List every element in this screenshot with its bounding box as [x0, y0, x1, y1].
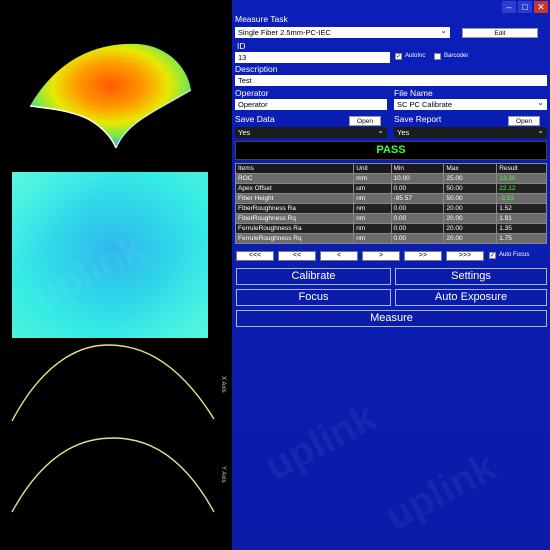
- watermark: uplink: [258, 394, 383, 490]
- nav-first-button[interactable]: <<<: [236, 251, 274, 261]
- y-axis-label: Y Axis: [220, 466, 226, 483]
- table-row[interactable]: FiberRoughness Rq nm 0.00 20.00 1.91: [234, 213, 547, 224]
- maximize-icon[interactable]: □: [518, 1, 532, 13]
- table-header-row: Items Unit Min Max Result: [234, 163, 547, 174]
- cell-max: 20.00: [443, 223, 498, 234]
- id-input[interactable]: 13: [235, 52, 390, 63]
- auto-focus-label: Auto Focus: [499, 252, 530, 258]
- nav-next-button[interactable]: >: [362, 251, 400, 261]
- nav-last-button[interactable]: >>>: [446, 251, 484, 261]
- close-icon[interactable]: ✕: [534, 1, 548, 13]
- cell-item: FiberRoughness Ra: [234, 203, 355, 214]
- file-name-label: File Name: [394, 88, 433, 98]
- cell-result: 22.12: [496, 183, 547, 194]
- column-header-max: Max: [443, 163, 498, 174]
- operator-input[interactable]: Operator: [235, 99, 387, 110]
- focus-button[interactable]: Focus: [236, 289, 391, 306]
- cell-item: FiberRoughness Rq: [234, 213, 355, 224]
- cell-unit: um: [353, 183, 392, 194]
- table-row[interactable]: Apex Offset um 0.00 50.00 22.12: [234, 183, 547, 194]
- table-row[interactable]: FiberRoughness Ra nm 0.00 20.00 1.52: [234, 203, 547, 214]
- cell-result: -3.53: [496, 193, 547, 204]
- column-header-items: Items: [234, 163, 355, 174]
- description-input[interactable]: Test: [235, 75, 547, 86]
- cell-item: Fiber Height: [234, 193, 355, 204]
- auto-exposure-button[interactable]: Auto Exposure: [395, 289, 547, 306]
- save-report-select[interactable]: Yes: [394, 127, 547, 138]
- cell-unit: nm: [353, 203, 392, 214]
- autoinc-checkbox[interactable]: ✓: [395, 53, 402, 60]
- cell-unit: mm: [353, 173, 392, 184]
- cell-min: 0.00: [390, 183, 445, 194]
- description-label: Description: [235, 64, 278, 74]
- cell-result: 1.35: [496, 223, 547, 234]
- id-label: ID: [237, 41, 246, 51]
- window-controls: – □ ✕: [500, 1, 548, 13]
- cell-max: 20.00: [443, 213, 498, 224]
- cell-item: ROC: [234, 173, 355, 184]
- 3d-surface-plot: [29, 43, 192, 149]
- cell-unit: nm: [353, 213, 392, 224]
- save-data-label: Save Data: [235, 114, 275, 124]
- cell-unit: nm: [353, 223, 392, 234]
- cell-unit: nm: [353, 233, 392, 244]
- file-name-select[interactable]: SC PC Calibrate: [394, 99, 547, 110]
- calibrate-button[interactable]: Calibrate: [236, 268, 391, 285]
- cell-max: 25.00: [443, 173, 498, 184]
- cell-max: 20.00: [443, 203, 498, 214]
- column-header-result: Result: [496, 163, 547, 174]
- operator-label: Operator: [235, 88, 269, 98]
- auto-focus-checkbox[interactable]: ✓: [489, 252, 496, 259]
- nav-next-page-button[interactable]: >>: [404, 251, 442, 261]
- cell-item: Apex Offset: [234, 183, 355, 194]
- visualization-panel: X Axis Y Axis uplink: [0, 0, 232, 550]
- settings-button[interactable]: Settings: [395, 268, 547, 285]
- save-data-select[interactable]: Yes: [235, 127, 387, 138]
- column-header-unit: Unit: [353, 163, 392, 174]
- results-table: Items Unit Min Max Result ROC mm 10.00 2…: [234, 163, 547, 244]
- save-data-open-button[interactable]: Open: [349, 116, 381, 126]
- cell-item: FerruleRoughness Rq: [234, 233, 355, 244]
- cell-result: 13.30: [496, 173, 547, 184]
- cell-result: 1.91: [496, 213, 547, 224]
- nav-prev-button[interactable]: <: [320, 251, 358, 261]
- y-axis-profile-curve: [11, 437, 215, 513]
- table-row[interactable]: FerruleRoughness Ra nm 0.00 20.00 1.35: [234, 223, 547, 234]
- cell-unit: nm: [353, 193, 392, 204]
- cell-min: -95.57: [390, 193, 445, 204]
- x-axis-label: X Axis: [220, 376, 226, 393]
- cell-result: 1.52: [496, 203, 547, 214]
- cell-min: 0.00: [390, 203, 445, 214]
- cell-max: 50.00: [443, 193, 498, 204]
- barcoder-label: Barcoder: [444, 53, 469, 59]
- edit-button[interactable]: Edit: [462, 28, 538, 38]
- barcoder-checkbox[interactable]: [434, 53, 441, 60]
- autoinc-label: AutoInc: [405, 53, 426, 59]
- measure-task-label: Measure Task: [235, 14, 288, 24]
- result-status: PASS: [235, 141, 547, 160]
- measure-button[interactable]: Measure: [236, 310, 547, 327]
- cell-min: 0.00: [390, 213, 445, 224]
- x-axis-profile-curve: [11, 344, 215, 422]
- save-report-label: Save Report: [394, 114, 442, 124]
- table-row[interactable]: FerruleRoughness Rq nm 0.00 20.00 1.75: [234, 233, 547, 244]
- minimize-icon[interactable]: –: [502, 1, 516, 13]
- cell-min: 10.00: [390, 173, 445, 184]
- nav-prev-page-button[interactable]: <<: [278, 251, 316, 261]
- cell-min: 0.00: [390, 233, 445, 244]
- cell-item: FerruleRoughness Ra: [234, 223, 355, 234]
- watermark: uplink: [378, 444, 503, 540]
- cell-max: 20.00: [443, 233, 498, 244]
- measure-task-select[interactable]: Single Fiber 2.5mm-PC-IEC: [235, 27, 450, 38]
- cell-min: 0.00: [390, 223, 445, 234]
- table-row[interactable]: ROC mm 10.00 25.00 13.30: [234, 173, 547, 184]
- table-row[interactable]: Fiber Height nm -95.57 50.00 -3.53: [234, 193, 547, 204]
- cell-result: 1.75: [496, 233, 547, 244]
- cell-max: 50.00: [443, 183, 498, 194]
- save-report-open-button[interactable]: Open: [508, 116, 540, 126]
- control-panel: uplink uplink – □ ✕ Measure Task Single …: [232, 0, 550, 550]
- column-header-min: Min: [390, 163, 445, 174]
